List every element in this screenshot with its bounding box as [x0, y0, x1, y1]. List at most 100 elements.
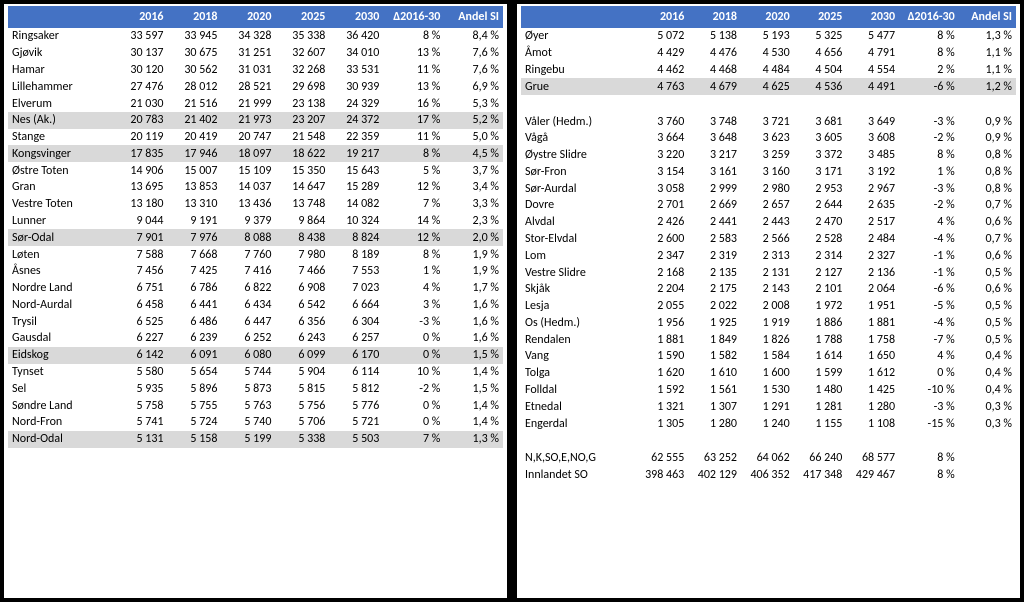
cell-value: 6 751: [114, 280, 168, 297]
cell-value: 5 904: [275, 364, 329, 381]
row-name: Løten: [8, 246, 114, 263]
table-row: Lesja2 0552 0222 0081 9721 951-5 %0,5 %: [521, 298, 1016, 315]
col-2025: 2025: [275, 6, 329, 28]
cell-value: 0,3 %: [959, 398, 1016, 415]
cell-value: 11 %: [383, 129, 444, 146]
row-name: Sør-Odal: [8, 229, 114, 246]
cell-value: 7 023: [329, 280, 383, 297]
cell-value: 1 620: [636, 365, 689, 382]
cell-value: 2 999: [688, 180, 741, 197]
cell-value: 8 %: [899, 45, 959, 62]
cell-value: 5 131: [114, 431, 168, 448]
cell-value: 5 199: [221, 431, 275, 448]
cell-value: 1 849: [688, 331, 741, 348]
cell-value: 2 022: [688, 298, 741, 315]
cell-value: 3 154: [636, 163, 689, 180]
cell-value: 7 466: [275, 263, 329, 280]
table-row: Dovre2 7012 6692 6572 6442 635-2 %0,7 %: [521, 197, 1016, 214]
cell-value: 5 763: [221, 397, 275, 414]
cell-value: 1 530: [741, 382, 794, 399]
table-row: Nord-Fron5 7415 7245 7405 7065 7210 %1,4…: [8, 414, 503, 431]
table-row: [521, 432, 1016, 450]
cell-value: 4 %: [899, 214, 959, 231]
cell-value: 1 582: [688, 348, 741, 365]
col-2030: 2030: [329, 6, 383, 28]
cell-value: 0,7 %: [959, 197, 1016, 214]
cell-value: 9 379: [221, 213, 275, 230]
cell-value: 3 760: [636, 113, 689, 130]
cell-value: 2 441: [688, 214, 741, 231]
cell-value: 68 577: [846, 450, 899, 467]
row-name: Søndre Land: [8, 397, 114, 414]
cell-value: 15 109: [221, 162, 275, 179]
table-row: N,K,SO,E,NO,G62 55563 25264 06266 24068 …: [521, 450, 1016, 467]
cell-value: 1,3 %: [959, 28, 1016, 45]
cell-value: 7 980: [275, 246, 329, 263]
table-row: Nord-Aurdal6 4586 4416 4346 5426 6643 %1…: [8, 297, 503, 314]
col-delta: Δ2016-30: [899, 6, 959, 28]
cell-value: 3 259: [741, 147, 794, 164]
cell-value: 1,6 %: [444, 313, 503, 330]
cell-value: 5 %: [383, 162, 444, 179]
table-row: Vang1 5901 5821 5841 6141 6504 %0,4 %: [521, 348, 1016, 365]
table-row: Våler (Hedm.)3 7603 7483 7213 6813 649-3…: [521, 113, 1016, 130]
col-andel: Andel SI: [959, 6, 1016, 28]
cell-value: 21 548: [275, 129, 329, 146]
cell-value: 5 741: [114, 414, 168, 431]
cell-value: 1,5 %: [444, 380, 503, 397]
cell-value: 3 220: [636, 147, 689, 164]
cell-value: 2 313: [741, 247, 794, 264]
cell-value: 0,4 %: [959, 365, 1016, 382]
cell-value: 2 517: [846, 214, 899, 231]
cell-value: 2 314: [794, 247, 847, 264]
cell-value: 8 %: [383, 145, 444, 162]
cell-value: 2 %: [899, 62, 959, 79]
cell-value: 4 462: [636, 62, 689, 79]
cell-value: 2 470: [794, 214, 847, 231]
cell-value: 31 251: [221, 45, 275, 62]
table-row: Sør-Fron3 1543 1613 1603 1713 1921 %0,8 …: [521, 163, 1016, 180]
cell-value: 0,6 %: [959, 214, 1016, 231]
cell-value: 20 119: [114, 129, 168, 146]
table-row: Trysil6 5256 4866 4476 3566 304-3 %1,6 %: [8, 313, 503, 330]
cell-value: 12 %: [383, 179, 444, 196]
table-row: Vågå3 6643 6483 6233 6053 608-2 %0,9 %: [521, 130, 1016, 147]
cell-value: 7 416: [221, 263, 275, 280]
cell-value: 3 160: [741, 163, 794, 180]
table-row: Øyer5 0725 1385 1935 3255 4778 %1,3 %: [521, 28, 1016, 45]
cell-value: 1,1 %: [959, 62, 1016, 79]
cell-value: 0,5 %: [959, 315, 1016, 332]
cell-value: 5 706: [275, 414, 329, 431]
cell-value: 0,4 %: [959, 348, 1016, 365]
cell-value: 2 566: [741, 231, 794, 248]
cell-value: 15 007: [168, 162, 222, 179]
col-2030: 2030: [846, 6, 899, 28]
cell-value: 21 402: [168, 112, 222, 129]
cell-value: 5 138: [688, 28, 741, 45]
cell-value: 2 327: [846, 247, 899, 264]
row-name: Rendalen: [521, 331, 636, 348]
cell-value: 5 896: [168, 380, 222, 397]
cell-value: 6 099: [275, 347, 329, 364]
cell-value: 5 721: [329, 414, 383, 431]
cell-value: 21 973: [221, 112, 275, 129]
cell-value: 16 %: [383, 95, 444, 112]
cell-value: 1 826: [741, 331, 794, 348]
cell-value: 21 999: [221, 95, 275, 112]
cell-value: -6 %: [899, 281, 959, 298]
cell-value: 1 925: [688, 315, 741, 332]
cell-value: 21 516: [168, 95, 222, 112]
cell-value: 5 158: [168, 431, 222, 448]
col-2016: 2016: [114, 6, 168, 28]
row-name: Nordre Land: [8, 280, 114, 297]
cell-value: 2 204: [636, 281, 689, 298]
cell-value: 6 664: [329, 297, 383, 314]
cell-value: 2 064: [846, 281, 899, 298]
cell-value: 1 155: [794, 415, 847, 432]
row-name: Grue: [521, 78, 636, 95]
cell-value: 14 906: [114, 162, 168, 179]
cell-value: 5 873: [221, 380, 275, 397]
cell-value: 8 %: [899, 450, 959, 467]
cell-value: 0,5 %: [959, 331, 1016, 348]
table-row: Sør-Aurdal3 0582 9992 9802 9532 967-3 %0…: [521, 180, 1016, 197]
